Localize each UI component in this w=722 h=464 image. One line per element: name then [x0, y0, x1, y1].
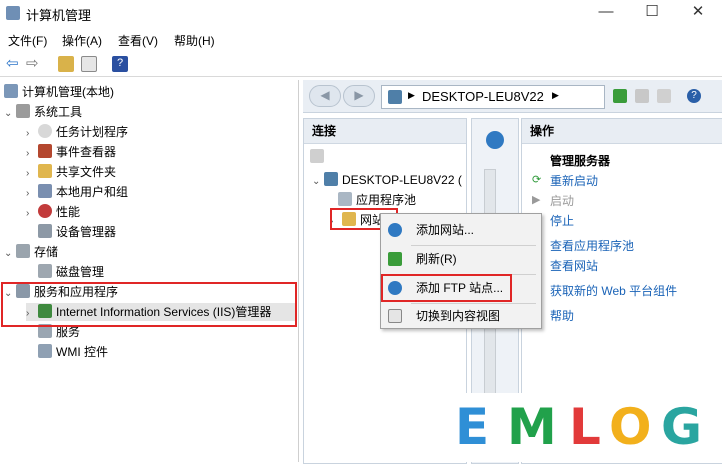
add-website-icon — [388, 223, 402, 237]
action-get-web-platform[interactable]: 获取新的 Web 平台组件 — [550, 282, 677, 299]
computer-icon — [4, 84, 18, 98]
close-button[interactable]: ✕ — [675, 0, 721, 26]
menu-item-refresh[interactable]: 刷新(R) — [381, 247, 541, 271]
server-icon — [388, 90, 402, 104]
expand-icon[interactable]: › — [26, 185, 38, 203]
stop-nav-icon[interactable] — [635, 89, 649, 103]
performance-icon — [38, 204, 52, 218]
connect-icon[interactable] — [310, 149, 324, 163]
collapse-icon[interactable]: ⌄ — [4, 105, 16, 123]
back-button[interactable]: ◀ — [309, 85, 341, 107]
tools-icon — [16, 104, 30, 118]
menu-separator — [411, 245, 536, 246]
start-icon: ▶ — [532, 194, 541, 206]
refresh-nav-icon[interactable] — [613, 89, 627, 103]
refresh-icon — [388, 252, 402, 266]
tree-item-device-manager[interactable]: 设备管理器 — [38, 223, 116, 241]
clock-icon — [38, 124, 52, 138]
highlight-box-services — [1, 282, 297, 327]
disk-icon — [38, 264, 52, 278]
action-view-app-pools[interactable]: 查看应用程序池 — [550, 237, 634, 254]
storage-icon — [16, 244, 30, 258]
tree-item-disk-management[interactable]: 磁盘管理 — [38, 263, 104, 281]
server-icon — [324, 172, 338, 186]
event-viewer-icon — [38, 144, 52, 158]
tree-item-wmi-control[interactable]: WMI 控件 — [38, 343, 108, 361]
help-nav-icon[interactable]: ? — [687, 89, 701, 103]
watermark-letter-e: E — [455, 398, 490, 456]
menu-view[interactable]: 查看(V) — [118, 32, 158, 49]
menu-bar: 文件(F) 操作(A) 查看(V) 帮助(H) — [0, 28, 722, 50]
navigation-tree: 计算机管理(本地) ⌄ 系统工具 › 任务计划程序 › 事件查看器 › 共享文件夹 › 本… — [0, 80, 299, 462]
forward-button[interactable]: ▶ — [343, 85, 375, 107]
collapse-icon[interactable]: ⌄ — [4, 245, 16, 263]
app-pool-icon — [338, 192, 352, 206]
help-toolbar-icon[interactable]: ? — [112, 56, 128, 72]
menu-item-add-website[interactable]: 添加网站... — [381, 218, 541, 242]
action-stop[interactable]: ■停止 — [532, 212, 574, 229]
collapse-icon[interactable]: ⌄ — [312, 173, 324, 191]
breadcrumb-separator-icon: ▶ — [408, 90, 415, 100]
action-start[interactable]: ▶ 启动 — [532, 192, 574, 209]
toolbar: ⇦ ⇨ ? — [0, 52, 722, 77]
computer-management-icon — [6, 6, 20, 20]
minimize-button[interactable]: — — [583, 0, 629, 26]
context-menu: 添加网站... 刷新(R) 添加 FTP 站点... 切换到内容视图 — [380, 213, 542, 329]
menu-action[interactable]: 操作(A) — [62, 32, 102, 49]
manage-server-heading: 管理服务器 — [550, 154, 611, 168]
show-hide-tree-icon[interactable] — [81, 56, 97, 72]
shared-folder-icon — [38, 164, 52, 178]
expand-icon[interactable]: › — [26, 205, 38, 223]
watermark-letter-l: L — [569, 398, 601, 456]
connections-title: 连接 — [304, 119, 466, 144]
tree-item-task-scheduler[interactable]: › 任务计划程序 — [26, 123, 128, 141]
forward-icon[interactable]: ⇨ — [26, 56, 42, 72]
address-box[interactable]: ▶ DESKTOP-LEU8V22 ▶ — [381, 85, 605, 109]
menu-item-switch-content-view[interactable]: 切换到内容视图 — [381, 304, 541, 328]
address-text: DESKTOP-LEU8V22 — [422, 89, 544, 104]
wmi-icon — [38, 344, 52, 358]
breadcrumb-dropdown-icon[interactable]: ▶ — [552, 90, 559, 101]
action-view-sites[interactable]: 查看网站 — [550, 257, 598, 274]
restart-icon: ⟳ — [532, 174, 542, 186]
tree-item-performance[interactable]: › 性能 — [26, 203, 80, 221]
actions-title: 操作 — [522, 119, 722, 144]
expand-icon[interactable]: › — [26, 145, 38, 163]
expand-icon[interactable]: › — [26, 165, 38, 183]
watermark-letter-o: O — [609, 398, 652, 456]
tree-item-shared-folders[interactable]: › 共享文件夹 — [26, 163, 116, 181]
maximize-button[interactable]: ☐ — [629, 0, 675, 26]
tree-item-local-users[interactable]: › 本地用户和组 — [26, 183, 128, 201]
title-bar: 计算机管理 — ☐ ✕ — [0, 0, 722, 26]
menu-help[interactable]: 帮助(H) — [174, 32, 215, 49]
highlight-box-add-ftp — [381, 274, 512, 302]
tree-storage[interactable]: ⌄ 存储 — [4, 243, 58, 261]
action-restart[interactable]: ⟳ 重新启动 — [532, 172, 598, 189]
tree-system-tools[interactable]: ⌄ 系统工具 — [4, 103, 82, 121]
back-icon[interactable]: ⇦ — [6, 56, 22, 72]
emlog-watermark: E M L O G — [429, 393, 722, 462]
window-title: 计算机管理 — [26, 8, 92, 23]
tree-app-pools[interactable]: 应用程序池 — [338, 191, 416, 209]
users-icon — [38, 184, 52, 198]
up-folder-icon[interactable] — [58, 56, 74, 72]
watermark-letter-m: M — [507, 398, 557, 456]
tree-root[interactable]: 计算机管理(本地) — [4, 83, 114, 101]
tree-item-event-viewer[interactable]: › 事件查看器 — [26, 143, 116, 161]
menu-file[interactable]: 文件(F) — [8, 32, 47, 49]
device-manager-icon — [38, 224, 52, 238]
globe-icon — [486, 131, 504, 149]
tree-server-node[interactable]: ⌄ DESKTOP-LEU8V22 ( — [312, 171, 462, 189]
home-nav-icon[interactable] — [657, 89, 671, 103]
watermark-letter-g: G — [661, 398, 703, 456]
address-bar: ◀ ▶ ▶ DESKTOP-LEU8V22 ▶ ? — [303, 80, 722, 113]
action-help[interactable]: ?帮助 — [532, 307, 574, 324]
content-view-icon — [388, 309, 402, 323]
expand-icon[interactable]: › — [26, 125, 38, 143]
